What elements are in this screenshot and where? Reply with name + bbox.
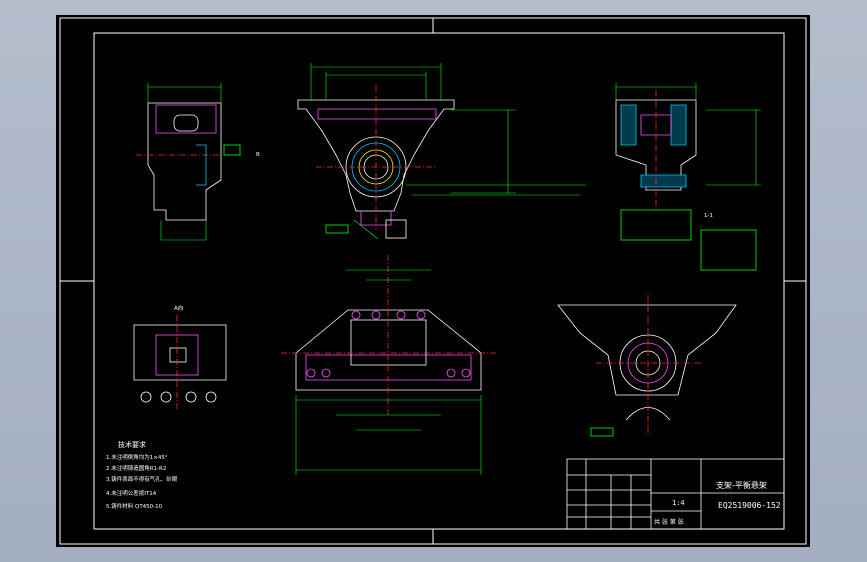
sheet-info: 共 张 第 张: [654, 519, 684, 526]
view-label-a: A向: [174, 306, 184, 312]
front-view: [297, 63, 586, 240]
tech-requirement-item: 5.铸件材料 QT450-10: [106, 504, 163, 510]
tech-requirements-heading: 技术要求: [118, 441, 146, 449]
detail-view: [133, 315, 227, 410]
drawing-sheet: A向 1-1 B 技术要求 1.未注明倒角均为1×45° 2.未注明铸造圆角R1…: [56, 15, 810, 547]
drawing-number: EQ2519006-152: [718, 501, 781, 510]
cad-drawing: [59, 17, 807, 545]
end-view: [557, 295, 737, 437]
tech-requirement-item: 4.未注明公差按IT14: [106, 491, 157, 497]
section-view: [615, 83, 761, 271]
section-arrow-label: B: [256, 152, 260, 158]
tech-requirement-item: 1.未注明倒角均为1×45°: [106, 455, 168, 461]
top-view: [281, 255, 496, 475]
scale-value: 1:4: [672, 499, 685, 507]
tech-requirement-item: 3.铸件表面不得有气孔、砂眼: [106, 477, 178, 483]
outer-frame: [59, 17, 807, 545]
left-view: [136, 83, 241, 241]
section-label: 1-1: [704, 213, 713, 219]
tech-requirement-item: 2.未注明铸造圆角R1-R2: [106, 466, 167, 472]
part-name: 支架-平衡悬架: [716, 481, 767, 490]
